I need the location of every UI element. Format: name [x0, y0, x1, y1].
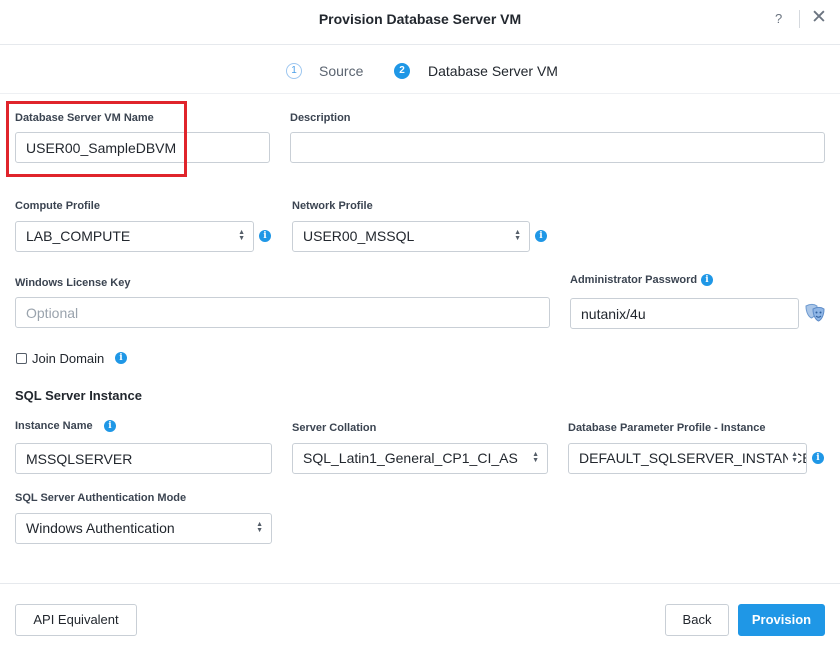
help-icon[interactable]: ?	[775, 11, 782, 26]
admin-password-input[interactable]	[570, 298, 799, 329]
steps-divider	[0, 93, 840, 94]
admin-password-info-icon[interactable]: i	[701, 274, 713, 286]
header-divider	[799, 10, 800, 28]
password-reveal-mask-icon[interactable]	[804, 303, 826, 328]
select-arrows-icon: ▲ ▼	[514, 229, 521, 242]
api-equivalent-button[interactable]: API Equivalent	[15, 604, 137, 636]
select-arrows-icon: ▲ ▼	[788, 451, 798, 464]
description-input[interactable]	[290, 132, 825, 163]
join-domain-label[interactable]: Join Domain	[32, 351, 104, 366]
license-key-input[interactable]	[15, 297, 550, 328]
sql-section-title: SQL Server Instance	[15, 388, 142, 403]
param-profile-value: DEFAULT_SQLSERVER_INSTANCE	[579, 450, 807, 466]
select-arrows-icon: ▲ ▼	[256, 521, 263, 534]
join-domain-info-icon[interactable]: i	[115, 352, 127, 364]
instance-name-input[interactable]	[15, 443, 272, 474]
auth-mode-value: Windows Authentication	[26, 520, 175, 536]
compute-profile-select[interactable]: LAB_COMPUTE ▲ ▼	[15, 221, 254, 252]
network-profile-info-icon[interactable]: i	[535, 230, 547, 242]
network-profile-value: USER00_MSSQL	[303, 228, 415, 244]
dialog-title: Provision Database Server VM	[318, 11, 522, 27]
close-icon[interactable]: ✕	[811, 6, 827, 29]
footer-divider	[0, 583, 840, 584]
select-arrows-icon: ▲ ▼	[532, 451, 539, 464]
server-collation-label: Server Collation	[292, 422, 377, 434]
step-1-label[interactable]: Source	[319, 63, 363, 79]
join-domain-checkbox[interactable]	[16, 353, 27, 364]
step-2-label[interactable]: Database Server VM	[428, 63, 558, 79]
admin-password-label: Administrator Password	[570, 274, 698, 286]
select-arrows-icon: ▲ ▼	[238, 229, 245, 242]
auth-mode-label: SQL Server Authentication Mode	[15, 492, 187, 504]
compute-profile-info-icon[interactable]: i	[259, 230, 271, 242]
step-1-number[interactable]: 1	[286, 63, 302, 79]
highlight-box	[6, 101, 187, 177]
server-collation-value: SQL_Latin1_General_CP1_CI_AS	[303, 450, 518, 466]
instance-name-info-icon[interactable]: i	[104, 420, 116, 432]
auth-mode-select[interactable]: Windows Authentication ▲ ▼	[15, 513, 272, 544]
network-profile-select[interactable]: USER00_MSSQL ▲ ▼	[292, 221, 530, 252]
step-2-number[interactable]: 2	[394, 63, 410, 79]
server-collation-select[interactable]: SQL_Latin1_General_CP1_CI_AS ▲ ▼	[292, 443, 548, 474]
instance-name-label: Instance Name	[15, 420, 93, 432]
param-profile-label: Database Parameter Profile - Instance	[568, 422, 766, 434]
compute-profile-value: LAB_COMPUTE	[26, 228, 131, 244]
back-button[interactable]: Back	[665, 604, 729, 636]
provision-button[interactable]: Provision	[738, 604, 825, 636]
param-profile-info-icon[interactable]: i	[812, 452, 824, 464]
param-profile-select[interactable]: DEFAULT_SQLSERVER_INSTANCE ▲ ▼	[568, 443, 807, 474]
description-label: Description	[290, 112, 351, 124]
compute-profile-label: Compute Profile	[15, 200, 100, 212]
network-profile-label: Network Profile	[292, 200, 373, 212]
license-key-label: Windows License Key	[15, 277, 131, 289]
